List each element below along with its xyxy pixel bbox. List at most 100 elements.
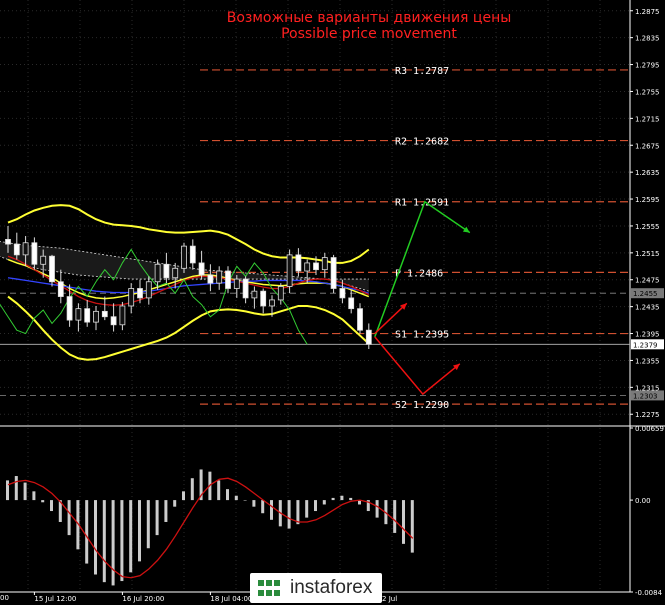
macd-bar xyxy=(261,500,265,514)
macd-bar xyxy=(164,500,168,522)
macd-bar xyxy=(41,500,45,503)
price-marker-label: 1.2379 xyxy=(633,341,658,349)
candle-body-bear xyxy=(137,288,143,299)
candle-body-bull xyxy=(154,263,161,283)
y-tick-label: 1.2755 xyxy=(635,88,660,96)
macd-bar xyxy=(340,495,344,501)
macd-bar xyxy=(375,500,379,518)
macd-bar xyxy=(243,500,247,501)
candle xyxy=(181,242,187,274)
candle-body-bull xyxy=(181,245,187,269)
macd-bar xyxy=(410,500,414,553)
macd-bar xyxy=(331,497,335,501)
candle-body-bull xyxy=(22,242,29,256)
macd-bar xyxy=(402,500,405,544)
price-marker-label: 1.2303 xyxy=(633,392,658,400)
candle-body-bear xyxy=(365,329,372,345)
chart-subtitle: Possible price movement xyxy=(281,26,457,42)
candle-body-bull xyxy=(233,278,240,289)
macd-bar xyxy=(138,500,141,562)
macd-bar xyxy=(32,491,36,501)
candle-body-bull xyxy=(75,308,82,321)
y-tick-label: 1.2835 xyxy=(635,35,660,43)
candle-body-bull xyxy=(93,310,99,323)
macd-bar xyxy=(85,500,89,564)
candle-body-bull xyxy=(40,255,47,265)
macd-bar xyxy=(287,500,291,529)
candle-body-bear xyxy=(31,242,38,265)
y-tick-label: 1.2555 xyxy=(635,223,660,231)
macd-bar xyxy=(234,495,238,501)
macd-bar xyxy=(155,500,159,536)
y-tick-label: 1.2675 xyxy=(635,142,660,150)
candle xyxy=(49,254,55,287)
chart-title: Возможные варианты движения цены xyxy=(227,10,512,26)
candle-body-bear xyxy=(189,245,196,264)
macd-bar xyxy=(349,497,353,501)
macd-bar xyxy=(305,500,309,518)
macd-bar xyxy=(23,482,27,501)
candle-body-bull xyxy=(277,286,284,301)
candle-body-bull xyxy=(172,267,179,279)
pivot-label: R2 1.2682 xyxy=(395,137,449,148)
price-marker-label: 1.2455 xyxy=(633,290,658,298)
y-tick-label: 1.2355 xyxy=(635,357,660,365)
candle-body-bear xyxy=(110,316,117,326)
macd-bar xyxy=(6,480,9,501)
chart-background xyxy=(0,0,665,605)
candle-body-bear xyxy=(198,262,205,276)
candle-body-bear xyxy=(49,255,55,283)
macd-bar xyxy=(217,480,221,501)
y-tick-label: 1.2435 xyxy=(635,304,660,312)
candle-body-bear xyxy=(330,257,337,289)
candle-body-bear xyxy=(84,308,91,323)
candle-body-bull xyxy=(119,305,126,326)
y-tick-label: 1.2515 xyxy=(635,250,660,258)
candle-body-bear xyxy=(339,288,346,299)
pivot-label: S2 1.2290 xyxy=(395,400,449,411)
instaforex-logo: instaforex xyxy=(250,573,383,603)
candle-body-bull xyxy=(128,288,135,307)
macd-y-tick-label: 0.00 xyxy=(635,497,651,505)
y-tick-label: 1.2875 xyxy=(635,8,660,16)
macd-bar xyxy=(129,500,133,573)
macd-bar xyxy=(14,476,18,501)
x-tick-label: 15 Jul 12:00 xyxy=(34,595,76,603)
candle-body-bear xyxy=(101,310,108,318)
macd-bar xyxy=(182,491,185,501)
macd-bar xyxy=(226,489,229,501)
macd-bar xyxy=(393,500,397,533)
candle-body-bear xyxy=(313,262,319,271)
candle-body-bear xyxy=(207,274,214,284)
candle-body-bear xyxy=(295,254,302,272)
macd-bar xyxy=(120,500,124,582)
candle-body-bear xyxy=(225,270,231,289)
price-chart-area: R3 1.2787R2 1.2682R1 1.2591P 1.2486S1 1.… xyxy=(0,0,665,605)
candle-body-bull xyxy=(216,270,223,284)
candle-body-bear xyxy=(57,281,64,297)
candle-body-bear xyxy=(260,290,267,307)
macd-bar xyxy=(111,500,115,586)
candle-body-bull xyxy=(321,257,328,271)
macd-y-tick-label: -0.0084 xyxy=(635,589,663,597)
macd-bar xyxy=(314,500,317,512)
y-tick-label: 1.2715 xyxy=(635,115,660,123)
candle-body-bull xyxy=(304,262,311,272)
candle-body-bull xyxy=(145,281,152,299)
x-tick-label: 16 Jul 20:00 xyxy=(122,595,164,603)
candle-body-bull xyxy=(286,254,293,287)
y-tick-label: 1.2475 xyxy=(635,277,660,285)
macd-bar xyxy=(94,500,97,575)
pivot-label: R3 1.2787 xyxy=(395,66,449,77)
candle-body-bear xyxy=(66,296,73,321)
y-tick-label: 1.2795 xyxy=(635,62,660,70)
macd-bar xyxy=(252,500,256,507)
candle-body-bear xyxy=(242,278,249,299)
macd-y-tick-label: 0.00659 xyxy=(635,425,664,433)
candle-body-bull xyxy=(251,290,258,299)
y-tick-label: 1.2635 xyxy=(635,169,660,177)
y-tick-label: 1.2275 xyxy=(635,411,660,419)
logo-text: instaforex xyxy=(290,577,373,598)
x-tick-label: 18 Jul 04:00 xyxy=(210,595,252,603)
y-tick-label: 1.2395 xyxy=(635,331,660,339)
